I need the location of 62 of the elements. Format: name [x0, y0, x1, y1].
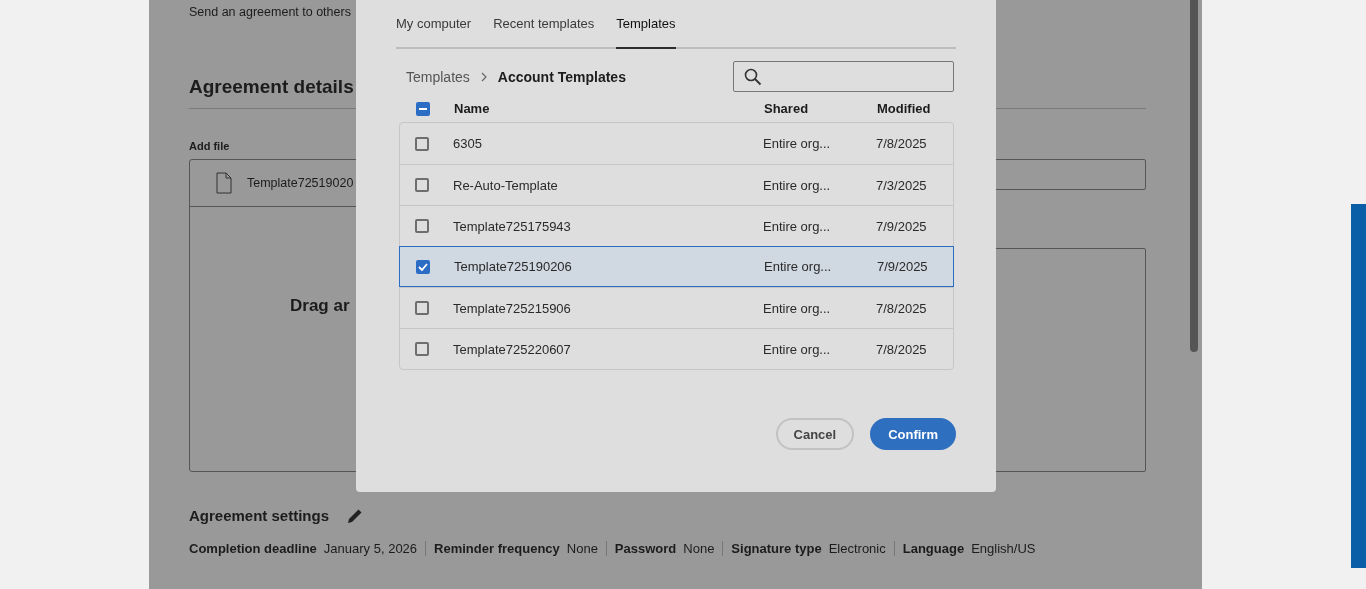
table-cell-text: Template725220607 [453, 341, 572, 357]
table-cell-text: Template725190206 [454, 259, 573, 274]
tab[interactable]: Recent templates [493, 0, 595, 49]
table-row[interactable]: Template725215906 Entire org... 7/8/2025 [399, 287, 954, 328]
pencil-icon[interactable] [347, 507, 364, 524]
row-checkbox[interactable] [415, 178, 429, 192]
table-cell-text: 6305 [453, 136, 483, 151]
field-label: Add file [189, 139, 230, 153]
table-row[interactable]: Template725220607 Entire org... 7/8/2025 [399, 328, 954, 369]
setting-value: January 5, 2026 [323, 541, 418, 556]
table-cell-text: 7/3/2025 [876, 177, 928, 193]
row-checkbox[interactable] [415, 301, 429, 315]
intro-text: Send an agreement to others [189, 4, 351, 20]
table-cell-text: 7/8/2025 [876, 300, 928, 316]
file-name: Template72519020 [247, 176, 354, 190]
breadcrumb-current: Account Templates [497, 68, 626, 85]
row-checkbox[interactable] [415, 136, 429, 151]
setting-value: None [566, 541, 598, 556]
table-cell-text: Entire org... [763, 218, 832, 234]
setting-label: Reminder frequency [434, 541, 560, 556]
row-checkbox[interactable] [416, 259, 430, 274]
chevron-icon [479, 71, 488, 82]
table-cell-text: 7/9/2025 [876, 218, 928, 234]
setting-label: Password [614, 541, 677, 556]
settings-title: Agreement settings [189, 507, 330, 524]
table-cell-text: Entire org... [763, 177, 832, 193]
table-cell-text: Entire org... [764, 259, 833, 274]
table-row[interactable]: Re-Auto-Template Entire org... 7/3/2025 [399, 164, 954, 205]
row-checkbox[interactable] [415, 342, 429, 356]
column-header: Name [454, 101, 491, 116]
breadcrumb-link[interactable]: Templates [406, 68, 470, 85]
tab[interactable]: Templates [616, 0, 676, 49]
document-icon [216, 172, 232, 194]
setting-value: None [683, 541, 715, 556]
table-cell-text: 7/8/2025 [876, 136, 928, 151]
table-cell-text: 7/8/2025 [876, 341, 928, 357]
column-header: Modified [877, 101, 932, 116]
section-heading: Agreement details [189, 75, 354, 99]
setting-value: English/US [971, 541, 1036, 556]
tab[interactable]: My computer [396, 0, 472, 49]
drop-text: Drag ar [290, 296, 350, 316]
select-all-checkbox[interactable] [416, 101, 430, 116]
search-field[interactable] [733, 61, 954, 92]
search-icon [744, 67, 762, 86]
table-cell-text: Entire org... [763, 341, 832, 357]
row-checkbox[interactable] [415, 219, 429, 233]
table-cell-text: Entire org... [763, 136, 832, 151]
table-cell-text: Template725175943 [453, 218, 572, 234]
column-header: Shared [764, 101, 810, 116]
confirm-button[interactable]: Confirm [870, 418, 956, 450]
scrollbar-thumb[interactable] [1190, 0, 1198, 352]
table-cell-text: Entire org... [763, 300, 832, 316]
table-cell-text: Re-Auto-Template [453, 177, 559, 193]
table-row[interactable]: Template725190206 Entire org... 7/9/2025 [399, 246, 954, 287]
table-row[interactable]: 6305 Entire org... 7/8/2025 [399, 123, 954, 164]
setting-value: Electronic [828, 541, 886, 556]
setting-label: Language [902, 541, 965, 556]
table-cell-text: Template725215906 [453, 300, 572, 316]
setting-label: Completion deadline [189, 541, 317, 556]
setting-label: Signature type [731, 541, 822, 556]
table-cell-text: 7/9/2025 [877, 259, 929, 274]
cancel-button[interactable]: Cancel [775, 418, 855, 450]
